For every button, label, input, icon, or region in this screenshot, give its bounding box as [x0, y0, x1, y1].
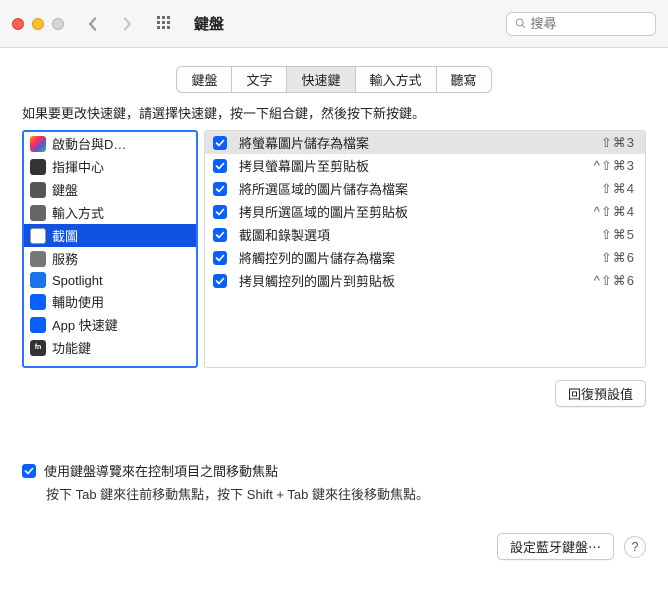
show-all-button[interactable] — [152, 11, 178, 37]
tab-1[interactable]: 文字 — [232, 67, 287, 92]
shortcut-row[interactable]: 拷貝觸控列的圖片到剪貼板^⇧⌘6 — [205, 269, 645, 292]
shortcut-label: 截圖和錄製選項 — [239, 225, 601, 244]
tab-bar: 鍵盤文字快速鍵輸入方式聽寫 — [0, 66, 668, 93]
sidebar-item-label: 服務 — [52, 249, 78, 268]
sidebar-item-7[interactable]: 輔助使用 — [24, 290, 196, 313]
app-shortcuts-icon — [30, 317, 46, 333]
sidebar-item-label: 鍵盤 — [52, 180, 78, 199]
sidebar-item-6[interactable]: Spotlight — [24, 270, 196, 290]
shortcut-label: 將螢幕圖片儲存為檔案 — [239, 133, 601, 152]
accessibility-icon — [30, 294, 46, 310]
window-title: 鍵盤 — [194, 13, 224, 34]
shortcut-checkbox[interactable] — [213, 159, 227, 173]
shortcut-keys: ⇧⌘3 — [601, 135, 635, 151]
back-button[interactable] — [80, 11, 106, 37]
shortcut-keys: ⇧⌘5 — [601, 227, 635, 243]
shortcut-keys: ^⇧⌘4 — [594, 204, 635, 220]
shortcut-row[interactable]: 拷貝螢幕圖片至剪貼板^⇧⌘3 — [205, 154, 645, 177]
category-sidebar[interactable]: 啟動台與D… 指揮中心鍵盤輸入方式截圖服務 Spotlight 輔助使用 App 快速鍵… — [22, 130, 198, 368]
shortcut-keys: ⇧⌘4 — [601, 181, 635, 197]
sidebar-item-label: 啟動台與D… — [52, 134, 126, 153]
search-input[interactable] — [530, 16, 647, 31]
fn-icon: fn — [30, 340, 46, 356]
shortcut-label: 拷貝所選區域的圖片至剪貼板 — [239, 202, 594, 221]
bluetooth-keyboard-button[interactable]: 設定藍牙鍵盤⋯ — [497, 533, 614, 560]
sidebar-item-label: Spotlight — [52, 273, 103, 288]
instruction-text: 如果要更改快速鍵，請選擇快速鍵，按一下組合鍵，然後按下新按鍵。 — [22, 103, 646, 122]
shortcut-checkbox[interactable] — [213, 205, 227, 219]
keyboard-nav-hint: 按下 Tab 鍵來往前移動焦點，按下 Shift + Tab 鍵來往後移動焦點。 — [46, 484, 646, 503]
sidebar-item-5[interactable]: 服務 — [24, 247, 196, 270]
shortcut-row[interactable]: 將觸控列的圖片儲存為檔案⇧⌘6 — [205, 246, 645, 269]
window-controls — [12, 18, 64, 30]
mission-control-icon — [30, 159, 46, 175]
shortcut-row[interactable]: 截圖和錄製選項⇧⌘5 — [205, 223, 645, 246]
shortcut-list[interactable]: 將螢幕圖片儲存為檔案⇧⌘3拷貝螢幕圖片至剪貼板^⇧⌘3將所選區域的圖片儲存為檔案… — [204, 130, 646, 368]
restore-defaults-button[interactable]: 回復預設值 — [555, 380, 646, 407]
sidebar-item-3[interactable]: 輸入方式 — [24, 201, 196, 224]
sidebar-item-label: 截圖 — [52, 226, 78, 245]
launchpad-icon — [30, 136, 46, 152]
shortcut-label: 拷貝螢幕圖片至剪貼板 — [239, 156, 594, 175]
sidebar-item-4[interactable]: 截圖 — [24, 224, 196, 247]
shortcut-checkbox[interactable] — [213, 228, 227, 242]
shortcut-row[interactable]: 將所選區域的圖片儲存為檔案⇧⌘4 — [205, 177, 645, 200]
input-sources-icon — [30, 205, 46, 221]
shortcut-label: 拷貝觸控列的圖片到剪貼板 — [239, 271, 594, 290]
keyboard-icon — [30, 182, 46, 198]
sidebar-item-0[interactable]: 啟動台與D… — [24, 132, 196, 155]
sidebar-item-label: 輸入方式 — [52, 203, 104, 222]
spotlight-icon — [30, 272, 46, 288]
search-icon — [515, 17, 526, 30]
tab-4[interactable]: 聽寫 — [437, 67, 491, 92]
sidebar-item-label: 指揮中心 — [52, 157, 104, 176]
sidebar-item-label: App 快速鍵 — [52, 315, 118, 334]
keyboard-nav-checkbox[interactable] — [22, 464, 36, 478]
sidebar-item-label: 輔助使用 — [52, 292, 104, 311]
sidebar-item-1[interactable]: 指揮中心 — [24, 155, 196, 178]
tab-3[interactable]: 輸入方式 — [356, 67, 437, 92]
screenshot-icon — [30, 228, 46, 244]
shortcut-row[interactable]: 將螢幕圖片儲存為檔案⇧⌘3 — [205, 131, 645, 154]
shortcut-row[interactable]: 拷貝所選區域的圖片至剪貼板^⇧⌘4 — [205, 200, 645, 223]
titlebar: 鍵盤 — [0, 0, 668, 48]
services-icon — [30, 251, 46, 267]
forward-button[interactable] — [114, 11, 140, 37]
zoom-window-button[interactable] — [52, 18, 64, 30]
shortcut-keys: ⇧⌘6 — [601, 250, 635, 266]
keyboard-nav-label: 使用鍵盤導覽來在控制項目之間移動焦點 — [44, 461, 278, 480]
sidebar-item-label: 功能鍵 — [52, 338, 91, 357]
help-button[interactable]: ? — [624, 536, 646, 558]
minimize-window-button[interactable] — [32, 18, 44, 30]
tab-0[interactable]: 鍵盤 — [177, 67, 232, 92]
shortcut-checkbox[interactable] — [213, 251, 227, 265]
sidebar-item-8[interactable]: App 快速鍵 — [24, 313, 196, 336]
shortcut-keys: ^⇧⌘3 — [594, 158, 635, 174]
shortcut-checkbox[interactable] — [213, 274, 227, 288]
sidebar-item-2[interactable]: 鍵盤 — [24, 178, 196, 201]
shortcut-checkbox[interactable] — [213, 136, 227, 150]
sidebar-item-9[interactable]: fn 功能鍵 — [24, 336, 196, 359]
close-window-button[interactable] — [12, 18, 24, 30]
search-field[interactable] — [506, 12, 656, 36]
shortcut-label: 將所選區域的圖片儲存為檔案 — [239, 179, 601, 198]
shortcut-keys: ^⇧⌘6 — [594, 273, 635, 289]
tab-2[interactable]: 快速鍵 — [287, 67, 355, 92]
shortcut-label: 將觸控列的圖片儲存為檔案 — [239, 248, 601, 267]
shortcut-checkbox[interactable] — [213, 182, 227, 196]
